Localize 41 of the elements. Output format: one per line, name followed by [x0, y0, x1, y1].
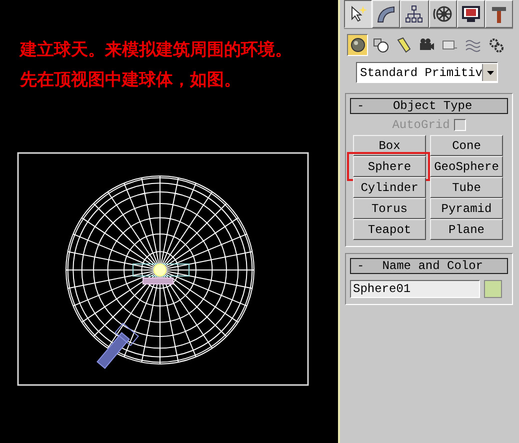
- modify-tab[interactable]: [372, 0, 400, 28]
- primitive-button[interactable]: Tube: [430, 177, 503, 198]
- primitive-button[interactable]: Cylinder: [353, 177, 426, 198]
- color-swatch[interactable]: [484, 280, 502, 298]
- sphere-icon: [350, 37, 366, 53]
- collapse-sign: -: [357, 259, 364, 273]
- camera-icon: [418, 37, 434, 53]
- primitive-button[interactable]: Teapot: [353, 219, 426, 240]
- autogrid-label: AutoGrid: [392, 118, 450, 132]
- create-tab[interactable]: [344, 0, 372, 28]
- name-input-field[interactable]: Sphere01: [350, 280, 480, 298]
- primitive-button[interactable]: Pyramid: [430, 198, 503, 219]
- rollout-header[interactable]: - Object Type: [350, 98, 508, 114]
- primitive-button[interactable]: Torus: [353, 198, 426, 219]
- gears-icon: [488, 37, 504, 53]
- annotation-text: 建立球天。来模拟建筑周围的环境。: [20, 40, 293, 60]
- light-icon: [396, 37, 412, 53]
- primitive-button[interactable]: Box: [353, 135, 426, 156]
- wave-icon: [464, 37, 480, 53]
- shape-icon: [372, 37, 388, 53]
- primitive-button[interactable]: GeoSphere: [430, 156, 503, 177]
- camera-drawing: [96, 322, 139, 369]
- dropdown-arrow-icon: [486, 70, 494, 74]
- rollout-title: Name and Color: [381, 259, 484, 273]
- geometry-category-button[interactable]: [347, 34, 368, 56]
- primitive-button[interactable]: Cone: [430, 135, 503, 156]
- hierarchy-tab[interactable]: [400, 0, 429, 28]
- primitive-button[interactable]: Plane: [430, 219, 503, 240]
- monitor-icon: [460, 4, 481, 24]
- display-tab[interactable]: [456, 0, 485, 28]
- primitive-button[interactable]: Sphere: [353, 156, 426, 177]
- annotation-text: 先在顶视图中建球体，如图。: [20, 70, 242, 90]
- hierarchy-icon: [404, 4, 424, 24]
- utilities-tab[interactable]: [484, 0, 514, 28]
- collapse-sign: -: [357, 99, 364, 113]
- motion-tab[interactable]: [428, 0, 457, 28]
- wheel-icon: [432, 4, 453, 24]
- primitive-dropdown[interactable]: Standard Primitiv: [356, 62, 498, 83]
- curve-icon: [376, 4, 396, 24]
- rollout-title: Object Type: [392, 99, 474, 113]
- rollout-header[interactable]: - Name and Color: [350, 258, 508, 274]
